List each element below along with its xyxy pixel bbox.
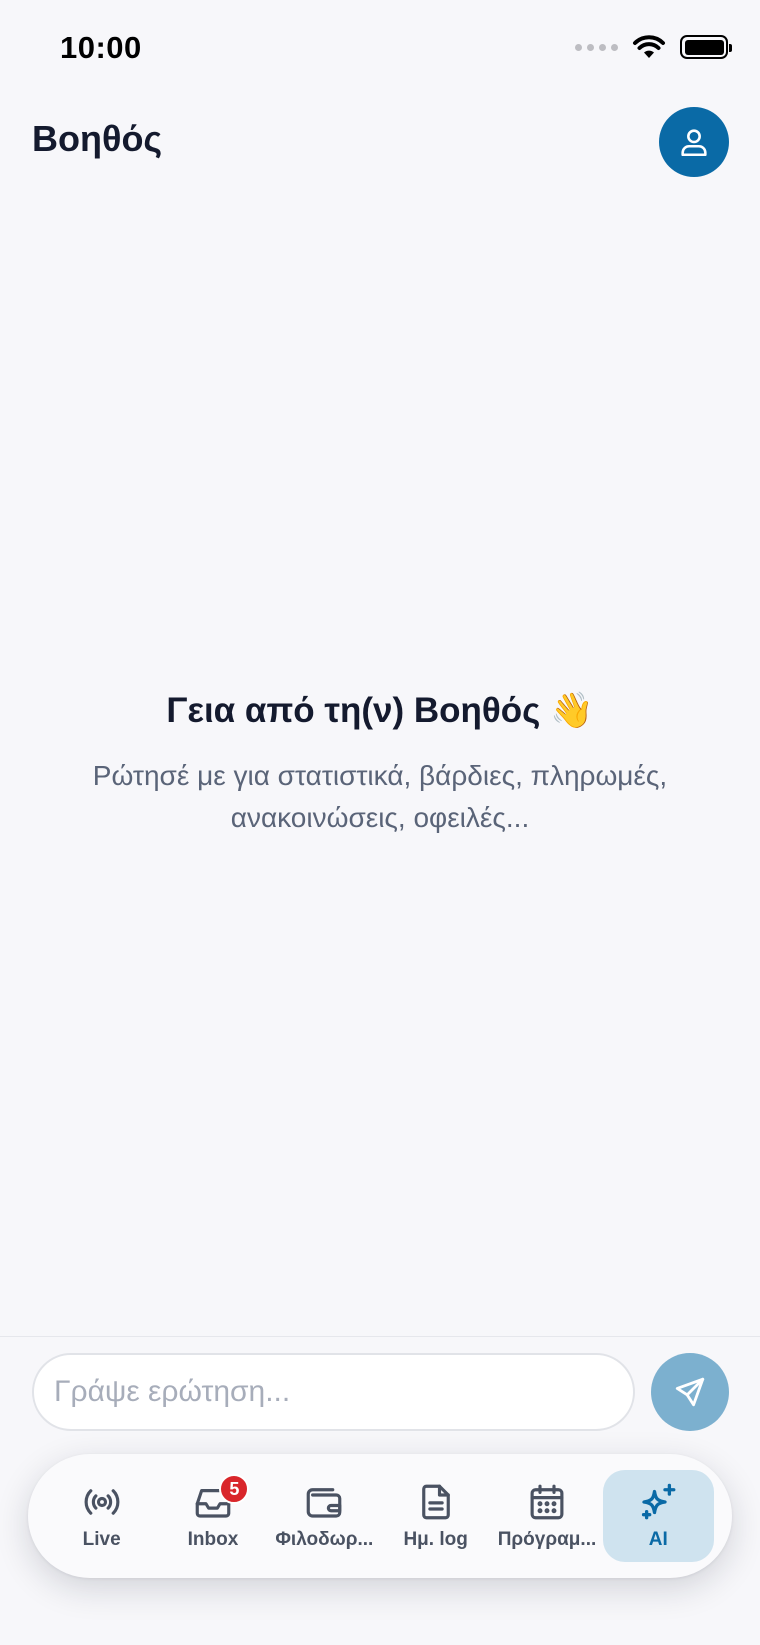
status-bar: 10:00 xyxy=(0,0,760,96)
message-input[interactable] xyxy=(34,1355,633,1429)
cellular-signal-icon xyxy=(575,43,618,51)
empty-state: Γεια από τη(ν) Βοηθός 👋 Ρώτησέ με για στ… xyxy=(0,690,760,839)
tab-label: Live xyxy=(82,1529,121,1550)
profile-button[interactable] xyxy=(659,107,729,177)
sparkles-icon xyxy=(642,1483,676,1520)
tab-label: AI xyxy=(648,1529,668,1550)
tab-daily-log[interactable]: Ημ. log xyxy=(380,1470,491,1562)
tab-live[interactable]: Live xyxy=(46,1470,157,1562)
composer-divider xyxy=(0,1336,760,1337)
battery-icon xyxy=(680,35,732,59)
tab-schedule[interactable]: Πρόγραμ... xyxy=(491,1470,602,1562)
send-icon xyxy=(675,1377,705,1407)
tab-ai[interactable]: AI xyxy=(602,1470,714,1562)
user-icon xyxy=(681,129,707,157)
greeting-subtitle: Ρώτησέ με για στατιστικά, βάρδιες, πληρω… xyxy=(92,760,668,833)
wifi-icon xyxy=(633,35,665,58)
status-icons xyxy=(575,34,732,60)
tab-label: Πρόγραμ... xyxy=(497,1529,597,1550)
inbox-badge: 5 xyxy=(219,1474,250,1504)
message-input-container xyxy=(32,1353,635,1431)
bottom-tab-bar: Live 5 Inbox Φιλοδωρ... Ημ. log Πρόγραμ.… xyxy=(28,1454,732,1578)
greeting-title: Γεια από τη(ν) Βοηθός 👋 xyxy=(166,691,594,730)
tab-label: Ημ. log xyxy=(403,1529,468,1550)
calendar-icon xyxy=(530,1484,564,1520)
page-title: Βοηθός xyxy=(32,118,163,159)
tab-inbox[interactable]: 5 Inbox xyxy=(157,1470,268,1562)
broadcast-icon xyxy=(84,1489,120,1515)
tab-label: Inbox xyxy=(187,1529,239,1550)
document-icon xyxy=(421,1484,450,1520)
wallet-icon xyxy=(306,1488,342,1518)
tab-tips[interactable]: Φιλοδωρ... xyxy=(269,1470,380,1562)
send-button[interactable] xyxy=(651,1353,729,1431)
status-time: 10:00 xyxy=(60,30,142,65)
tab-label: Φιλοδωρ... xyxy=(275,1529,374,1550)
